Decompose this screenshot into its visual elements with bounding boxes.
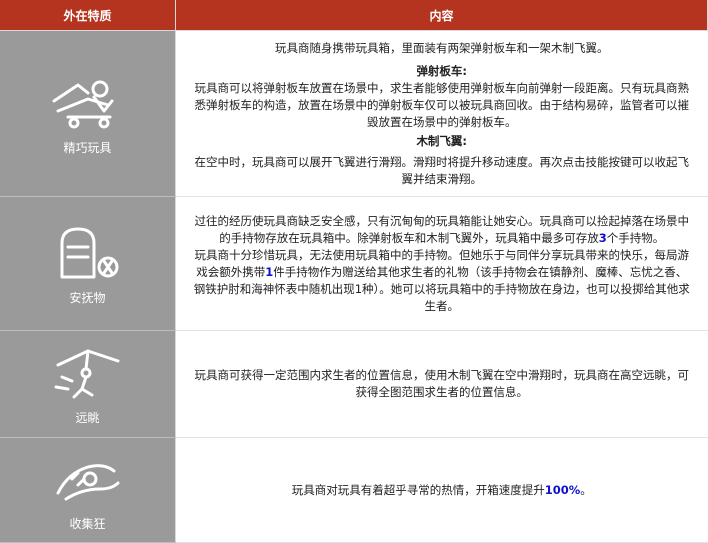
- gliding-figure-icon: [54, 349, 119, 398]
- table-row: 收集狂 玩具商对玩具有着超乎寻常的热情，开箱速度提升100%。: [0, 437, 708, 543]
- paragraph: 玩具商可获得一定范围内求生者的位置信息，使用木制飞翼在空中滑翔时，玩具商在高空远…: [194, 368, 690, 399]
- trait-name: 精巧玩具: [63, 141, 112, 155]
- table-row: 远眺 玩具商可获得一定范围内求生者的位置信息，使用木制飞翼在空中滑翔时，玩具商在…: [0, 330, 708, 438]
- highlight-number: 100%: [544, 482, 581, 497]
- text-segment: 个手持物。: [606, 230, 665, 245]
- text-segment: 。: [580, 482, 592, 497]
- trait-name: 安抚物: [69, 291, 106, 305]
- paragraph: 玩具商对玩具有着超乎寻常的热情，开箱速度提升100%。: [192, 482, 692, 499]
- intro-text: 玩具商随身携带玩具箱，里面装有两架弹射板车和一架木制飞翼。: [275, 40, 609, 55]
- toy-box-icon: [60, 227, 118, 279]
- paragraph: 过往的经历使玩具商缺乏安全感，只有沉甸甸的玩具箱能让她安心。玩具商可以捡起掉落在…: [192, 213, 692, 247]
- header-trait: 外在特质: [0, 0, 176, 31]
- table-row: 安抚物 过往的经历使玩具商缺乏安全感，只有沉甸甸的玩具箱能让她安心。玩具商可以捡…: [0, 196, 708, 331]
- toy-glider-icon: [52, 80, 113, 129]
- trait-cell: 精巧玩具: [0, 30, 176, 197]
- table-row: 精巧玩具 玩具商随身携带玩具箱，里面装有两架弹射板车和一架木制飞翼。 弹射板车:…: [0, 30, 708, 197]
- trait-cell: 安抚物: [0, 196, 176, 331]
- content-cell: 过往的经历使玩具商缺乏安全感，只有沉甸甸的玩具箱能让她安心。玩具商可以捡起掉落在…: [175, 196, 708, 331]
- content-cell: 玩具商对玩具有着超乎寻常的热情，开箱速度提升100%。: [175, 437, 708, 543]
- trait-table: 外在特质 内容 精巧玩具 玩具商随身携带玩具箱，里面装有两架弹射板车和一架木制飞…: [0, 0, 708, 543]
- subsection-text: 在空中时，玩具商可以展开飞翼进行滑翔。滑翔时将提升移动速度。再次点击技能按键可以…: [194, 154, 690, 186]
- trait-name: 收集狂: [69, 516, 106, 531]
- text-segment: 玩具商对玩具有着超乎寻常的热情，开箱速度提升: [291, 482, 545, 497]
- trait-cell: 收集狂: [0, 437, 176, 543]
- header-content: 内容: [175, 0, 708, 31]
- table-header-row: 外在特质 内容: [0, 0, 708, 31]
- content-cell: 玩具商随身携带玩具箱，里面装有两架弹射板车和一架木制飞翼。 弹射板车: 玩具商可…: [175, 30, 708, 197]
- trait-name: 远眺: [75, 410, 100, 425]
- subsection-title: 木制飞翼:: [416, 133, 468, 148]
- subsection-text: 玩具商可以将弹射板车放置在场景中，求生者能够使用弹射板车向前弹射一段距离。只有玩…: [194, 80, 690, 129]
- trait-cell: 远眺: [0, 330, 176, 438]
- content-cell: 玩具商可获得一定范围内求生者的位置信息，使用木制飞翼在空中滑翔时，玩具商在高空远…: [175, 330, 708, 438]
- hands-holding-icon: [56, 463, 119, 500]
- paragraph: 玩具商十分珍惜玩具，无法使用玩具箱中的手持物。但她乐于与同伴分享玩具带来的快乐，…: [192, 247, 692, 315]
- highlight-number: 3: [598, 230, 607, 245]
- subsection-title: 弹射板车:: [416, 63, 468, 78]
